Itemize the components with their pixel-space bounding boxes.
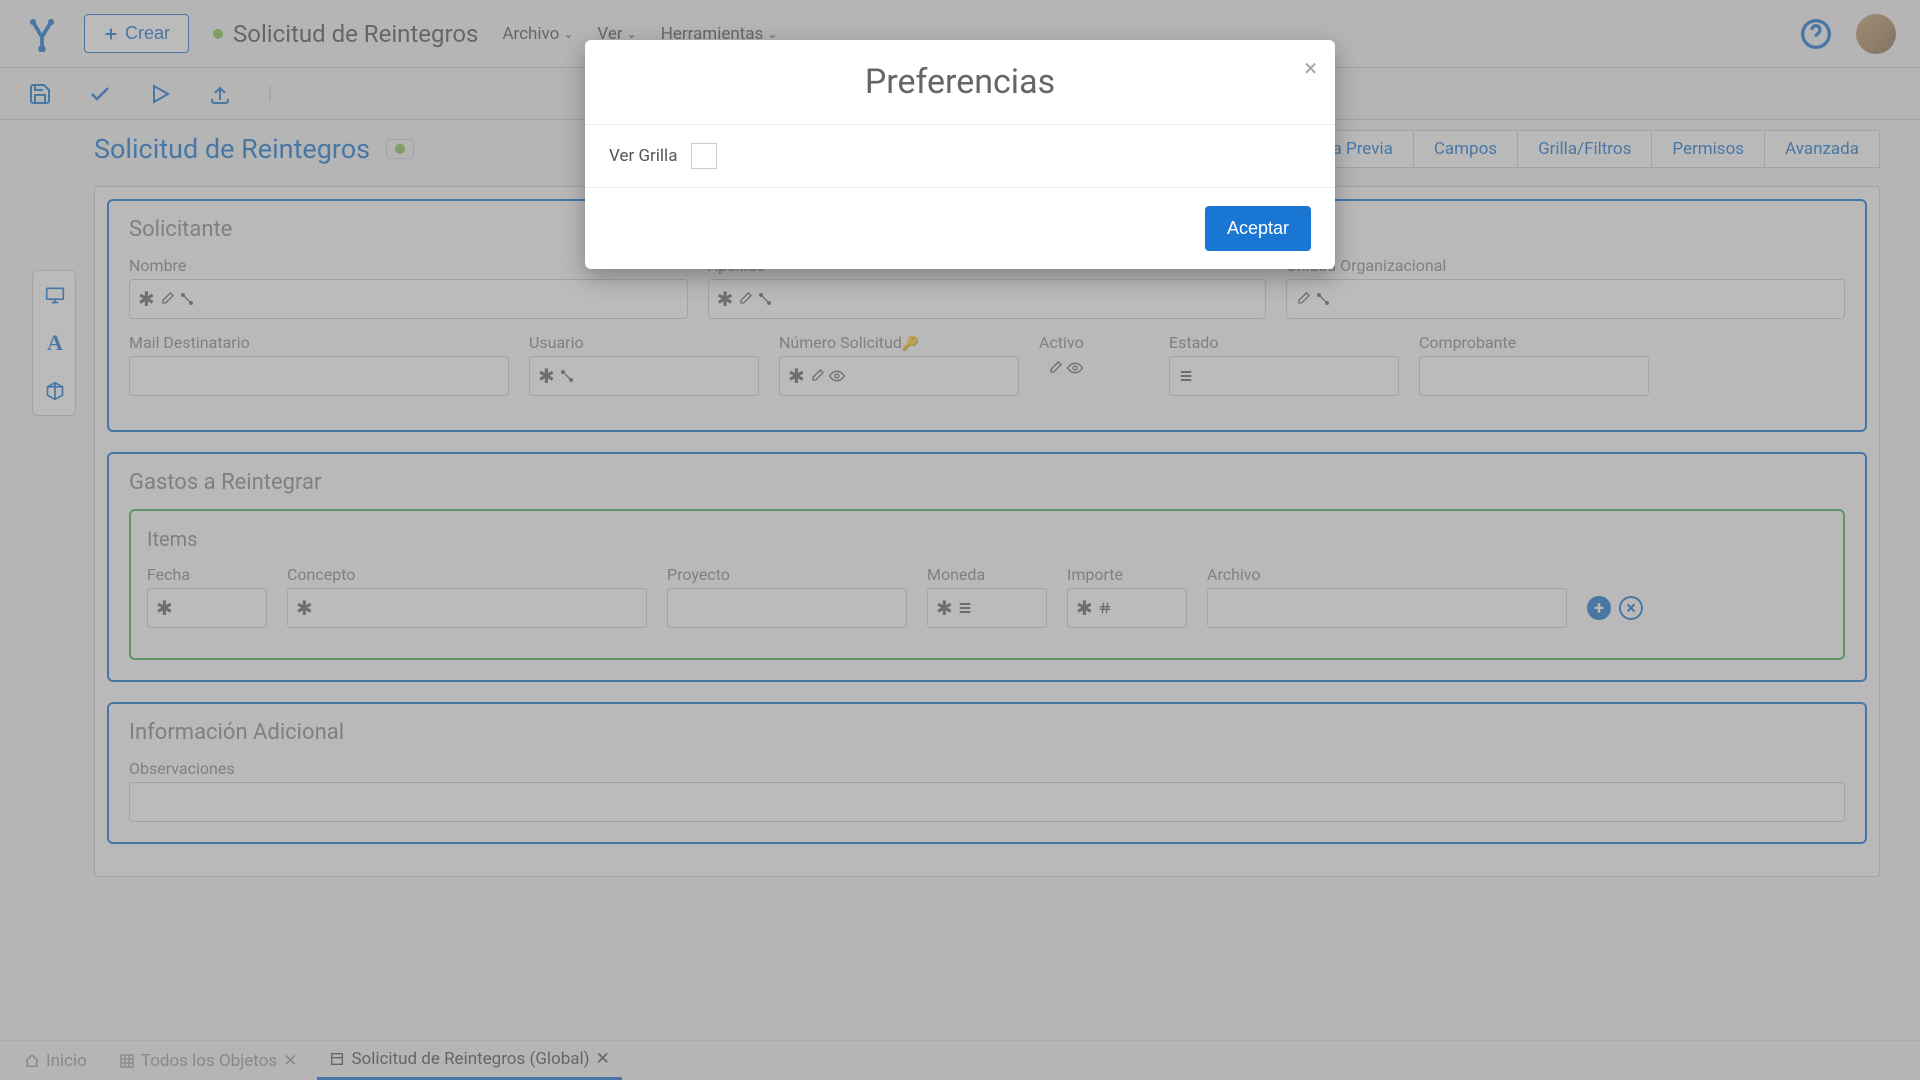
modal-header: Preferencias × bbox=[585, 40, 1335, 125]
preferences-modal: Preferencias × Ver Grilla Aceptar bbox=[585, 40, 1335, 269]
accept-button[interactable]: Aceptar bbox=[1205, 206, 1311, 251]
close-icon[interactable]: × bbox=[1304, 54, 1317, 82]
ver-grilla-label: Ver Grilla bbox=[609, 146, 677, 166]
modal-body: Ver Grilla bbox=[585, 125, 1335, 188]
ver-grilla-checkbox[interactable] bbox=[691, 143, 717, 169]
modal-title: Preferencias bbox=[865, 62, 1055, 102]
modal-footer: Aceptar bbox=[585, 188, 1335, 269]
